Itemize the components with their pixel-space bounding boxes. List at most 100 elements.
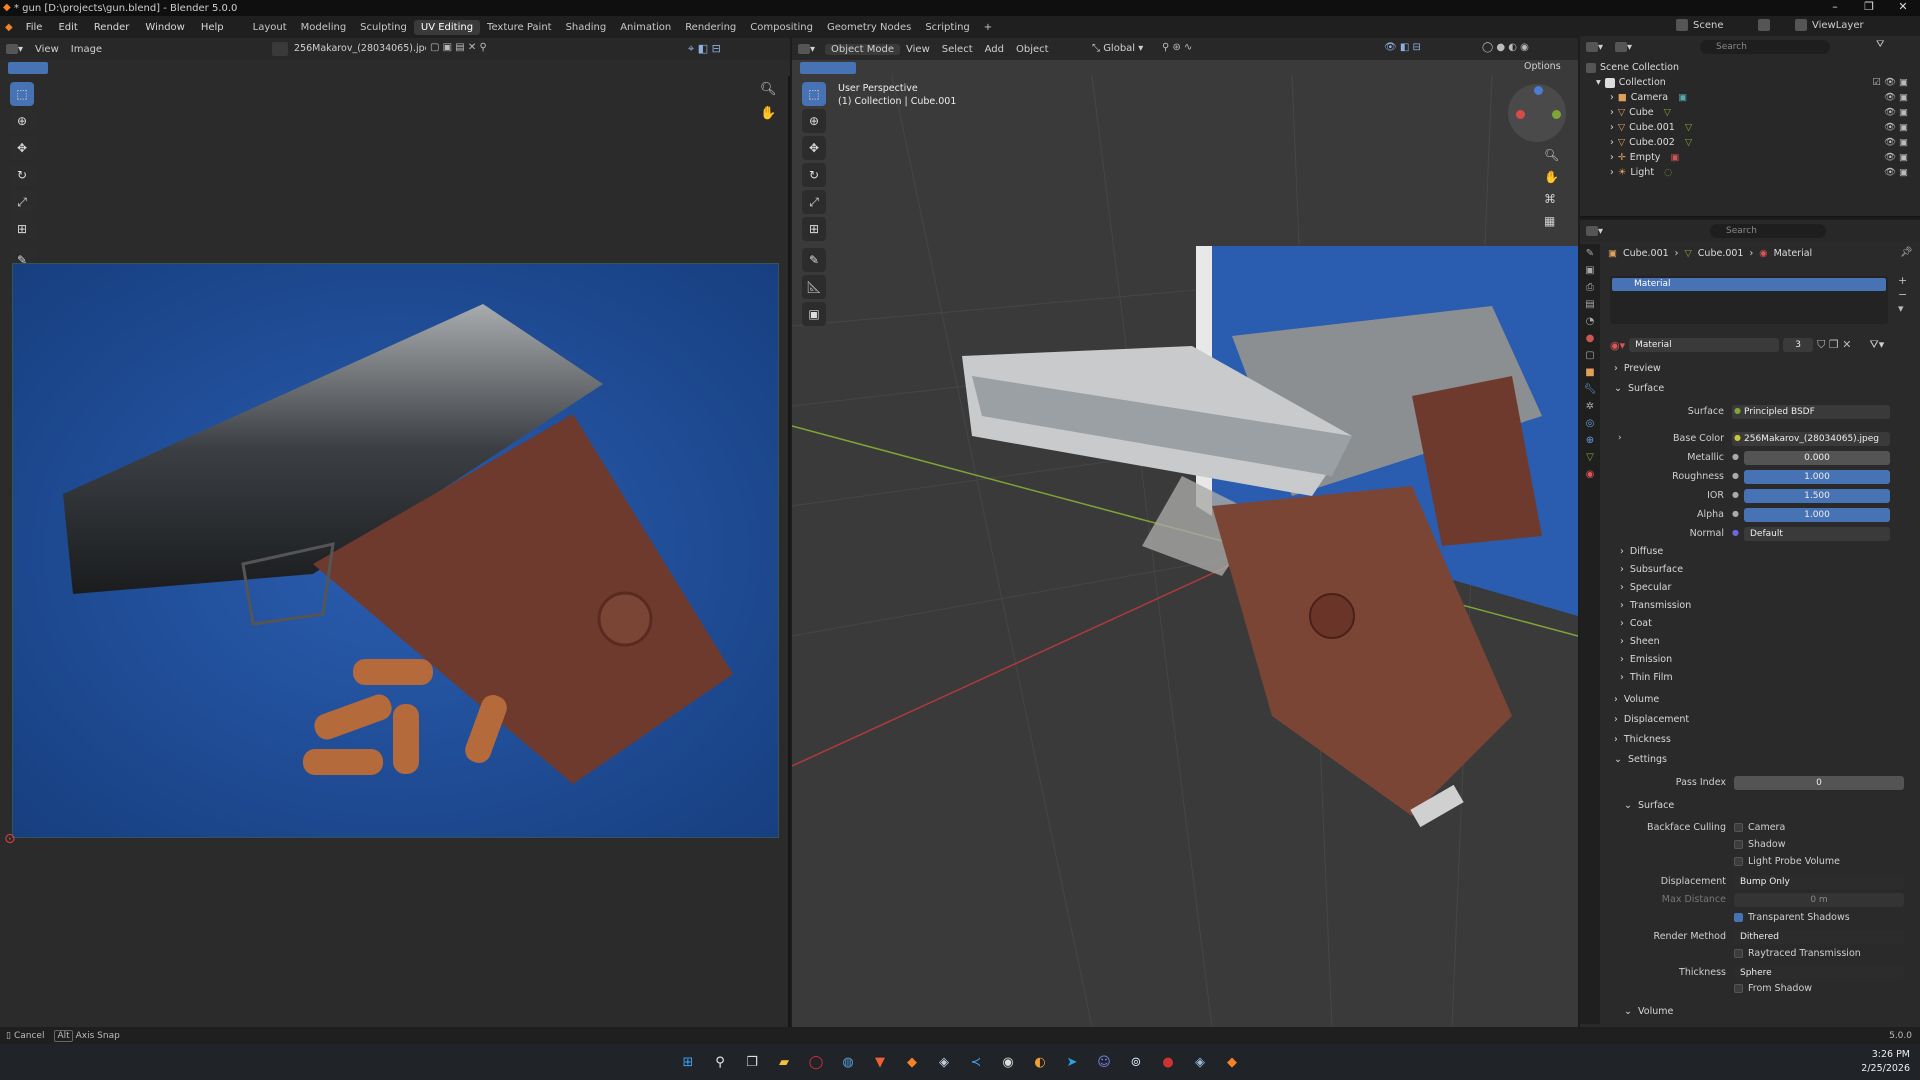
settings-surface-subpanel[interactable]: ⌄ Surface	[1624, 800, 1674, 811]
data-tab-icon[interactable]: ▽	[1586, 452, 1594, 463]
cursor-tool-icon[interactable]: ⊕	[10, 109, 34, 133]
menu-help[interactable]: Help	[193, 22, 232, 33]
snapping-icon[interactable]: ⌖ ◧ ⊟	[688, 42, 721, 56]
brave-icon[interactable]: ▼	[869, 1051, 891, 1073]
material-actions-icons[interactable]: ⛉ ❐ ✕	[1817, 338, 1851, 352]
normal-field[interactable]: Default	[1744, 527, 1890, 541]
tab-texture-paint[interactable]: Texture Paint	[480, 20, 559, 35]
3d-viewport[interactable]: User Perspective (1) Collection | Cube.0…	[792, 76, 1578, 1027]
collection-tab-icon[interactable]: ▢	[1585, 350, 1594, 361]
viewport-editor-type-icon[interactable]: ▾	[792, 43, 821, 55]
panel-settings[interactable]: ⌄ Settings	[1614, 754, 1667, 765]
media-icon[interactable]: ●	[1157, 1051, 1179, 1073]
properties-editor-type-icon[interactable]: ▾	[1580, 225, 1609, 237]
tab-modeling[interactable]: Modeling	[294, 20, 354, 35]
gizmo-overlay-icons[interactable]: 👁 ◧ ⊟	[1384, 42, 1421, 53]
navigation-gizmo[interactable]	[1508, 84, 1566, 142]
outliner-display-mode-icon[interactable]: ▾	[1609, 41, 1638, 53]
pin-icon[interactable]: 📌︎	[1900, 247, 1913, 258]
windows-start-icon[interactable]: ⊞	[677, 1051, 699, 1073]
image-browse-icon[interactable]	[272, 42, 288, 56]
tab-animation[interactable]: Animation	[613, 20, 678, 35]
surface-shader-field[interactable]: Principled BSDF	[1732, 405, 1890, 419]
subpanel-thin-film[interactable]: › Thin Film	[1620, 672, 1673, 683]
vp-measure-tool-icon[interactable]: 📐︎	[802, 275, 826, 299]
cube-visibility-icon[interactable]: 👁 ▣	[1884, 107, 1908, 118]
subpanel-emission[interactable]: › Emission	[1620, 654, 1672, 665]
vp-pan-icon[interactable]: ✋	[1544, 170, 1559, 184]
rotate-tool-icon[interactable]: ↻	[10, 163, 34, 187]
pass-index-field[interactable]: 0	[1734, 776, 1904, 790]
menu-file[interactable]: File	[18, 22, 51, 33]
options-button[interactable]: Options	[1524, 61, 1561, 72]
pan-hand-icon[interactable]: ✋	[760, 106, 776, 121]
tab-uv-editing[interactable]: UV Editing	[413, 19, 481, 35]
world-tab-icon[interactable]: ●	[1586, 333, 1595, 344]
image-name-field[interactable]: 256Makarov_(28034065).jpeg	[294, 43, 426, 56]
uv-menu-view[interactable]: View	[29, 44, 65, 55]
steam-icon[interactable]: ⊚	[1125, 1051, 1147, 1073]
constraints-tab-icon[interactable]: ⊕	[1586, 435, 1594, 446]
settings-volume-subpanel[interactable]: ⌄ Volume	[1624, 1006, 1673, 1017]
output-tab-icon[interactable]: ⎙	[1586, 282, 1594, 293]
outliner-scene-collection[interactable]: Scene Collection	[1586, 60, 1914, 75]
camera-visibility-icon[interactable]: 👁 ▣	[1884, 92, 1908, 103]
outliner-filter-icon[interactable]: ⛛	[1876, 39, 1884, 50]
cube-002-visibility-icon[interactable]: 👁 ▣	[1884, 137, 1908, 148]
tab-shading[interactable]: Shading	[559, 20, 614, 35]
transparent-shadows-checkbox[interactable]	[1734, 913, 1743, 922]
material-browse-icon[interactable]: ◉▾	[1610, 339, 1625, 352]
app-icon[interactable]: ◈	[933, 1051, 955, 1073]
collection-visibility-icon[interactable]: ☑ 👁 ▣	[1872, 77, 1908, 88]
metallic-slider[interactable]: 0.000	[1744, 451, 1890, 465]
empty-visibility-icon[interactable]: 👁 ▣	[1884, 152, 1908, 163]
transform-orientation-dropdown[interactable]: ⤡ Global ▾	[1092, 43, 1143, 54]
close-icon[interactable]: ✕	[1886, 0, 1920, 13]
gizmo-z-icon[interactable]	[1534, 86, 1543, 95]
subpanel-transmission[interactable]: › Transmission	[1620, 600, 1691, 611]
firefox-icon[interactable]: ◐	[1029, 1051, 1051, 1073]
tab-rendering[interactable]: Rendering	[678, 20, 743, 35]
new-scene-icon[interactable]	[1758, 19, 1770, 31]
panel-surface[interactable]: ⌄ Surface	[1614, 383, 1664, 394]
outliner-item-light[interactable]: › ☀ Light ◌ 👁 ▣	[1586, 165, 1914, 180]
blender-menu-icon[interactable]: ◆	[0, 22, 18, 33]
add-workspace-button[interactable]: +	[977, 20, 999, 35]
vp-menu-add[interactable]: Add	[979, 44, 1010, 55]
file-explorer-icon[interactable]: ▰	[773, 1051, 795, 1073]
editor-type-icon[interactable]: ▾	[0, 43, 29, 55]
material-users-count[interactable]: 3	[1783, 338, 1814, 352]
outliner-item-cube-002[interactable]: › ▽ Cube.002 ▽ 👁 ▣	[1586, 135, 1914, 150]
image-actions-icon[interactable]: ▢ ▣ ▤ ✕ ⚲	[430, 42, 487, 53]
cube-001-visibility-icon[interactable]: 👁 ▣	[1884, 122, 1908, 133]
browser-icon[interactable]: ◍	[837, 1051, 859, 1073]
menu-window[interactable]: Window	[137, 22, 192, 33]
github-icon[interactable]: ◉	[997, 1051, 1019, 1073]
vp-move-tool-icon[interactable]: ✥	[802, 136, 826, 160]
subpanel-sheen[interactable]: › Sheen	[1620, 636, 1660, 647]
tab-sculpting[interactable]: Sculpting	[353, 20, 414, 35]
select-tool-icon[interactable]: ⬚	[10, 82, 34, 106]
2d-cursor-icon[interactable]: ⊙	[4, 831, 16, 847]
maximize-icon[interactable]: ❐	[1852, 0, 1886, 13]
material-tab-icon[interactable]: ◉	[1586, 469, 1595, 480]
physics-tab-icon[interactable]: ◎	[1586, 418, 1595, 429]
vp-transform-tool-icon[interactable]: ⊞	[802, 217, 826, 241]
vp-menu-select[interactable]: Select	[936, 44, 979, 55]
blender-active-icon[interactable]: ◆	[1221, 1051, 1243, 1073]
tab-geometry-nodes[interactable]: Geometry Nodes	[820, 20, 918, 35]
gizmo-x-icon[interactable]	[1516, 110, 1525, 119]
mode-dropdown[interactable]: Object Mode	[825, 43, 901, 55]
outliner-collection[interactable]: ▾ Collection ☑ 👁 ▣	[1586, 75, 1914, 90]
tab-layout[interactable]: Layout	[246, 20, 294, 35]
from-shadow-checkbox[interactable]	[1734, 984, 1743, 993]
subpanel-subsurface[interactable]: › Subsurface	[1620, 564, 1683, 575]
backface-camera-checkbox[interactable]	[1734, 823, 1743, 832]
panel-preview[interactable]: › Preview	[1614, 363, 1661, 374]
task-view-icon[interactable]: ❐	[741, 1051, 763, 1073]
menu-render[interactable]: Render	[86, 22, 138, 33]
minimize-icon[interactable]: –	[1818, 0, 1852, 13]
outliner-item-empty[interactable]: › ✛ Empty ▣ 👁 ▣	[1586, 150, 1914, 165]
subpanel-diffuse[interactable]: › Diffuse	[1620, 546, 1663, 557]
light-visibility-icon[interactable]: 👁 ▣	[1884, 167, 1908, 178]
